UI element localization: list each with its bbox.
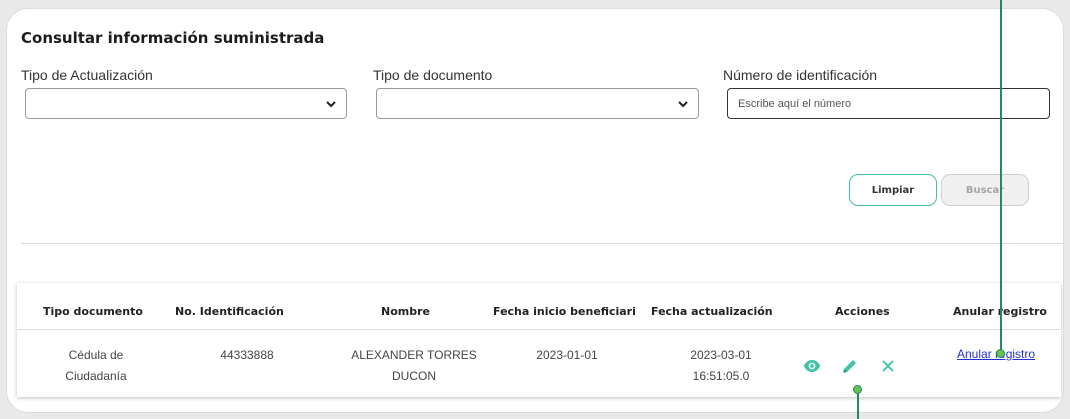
- chevron-down-icon: [678, 101, 688, 108]
- tipo-actualizacion-select[interactable]: [25, 88, 347, 119]
- divider: [21, 243, 1063, 244]
- pencil-icon[interactable]: [841, 357, 859, 375]
- cell-tipo-documento: Cédula de Ciudadanía: [65, 348, 127, 383]
- search-button[interactable]: Buscar: [941, 174, 1029, 206]
- page-title: Consultar información suministrada: [21, 29, 325, 47]
- cell-fecha-actualizacion: 2023-03-01 16:51:05.0: [690, 348, 752, 383]
- pointer-line: [1000, 0, 1002, 353]
- chevron-down-icon: [326, 101, 336, 108]
- header-identificacion: No. Identificación: [175, 305, 284, 318]
- clear-button[interactable]: Limpiar: [849, 174, 937, 206]
- header-fecha-actualizacion: Fecha actualización: [651, 305, 773, 318]
- cell-fecha-inicio: 2023-01-01: [536, 348, 598, 362]
- pointer-dot: [996, 349, 1005, 358]
- eye-icon[interactable]: [803, 357, 821, 375]
- row-actions: [803, 357, 897, 375]
- header-nombre: Nombre: [381, 305, 430, 318]
- tipo-documento-select[interactable]: [376, 88, 699, 119]
- header-fecha-inicio: Fecha inicio beneficiari: [493, 305, 636, 318]
- header-tipo-documento: Tipo documento: [43, 305, 143, 318]
- pointer-dot: [853, 385, 862, 394]
- results-table: Tipo documento No. Identificación Nombre…: [17, 283, 1061, 397]
- tipo-actualizacion-label: Tipo de Actualización: [21, 67, 153, 83]
- query-panel: Consultar información suministrada Tipo …: [6, 8, 1064, 413]
- cell-identificacion: 44333888: [220, 348, 274, 362]
- header-acciones: Acciones: [835, 305, 890, 318]
- numero-identificacion-label: Número de identificación: [723, 67, 878, 83]
- cell-nombre: ALEXANDER TORRES DUCON: [351, 348, 477, 383]
- tipo-documento-label: Tipo de documento: [373, 67, 493, 83]
- header-divider: [17, 329, 1061, 330]
- close-icon[interactable]: [879, 357, 897, 375]
